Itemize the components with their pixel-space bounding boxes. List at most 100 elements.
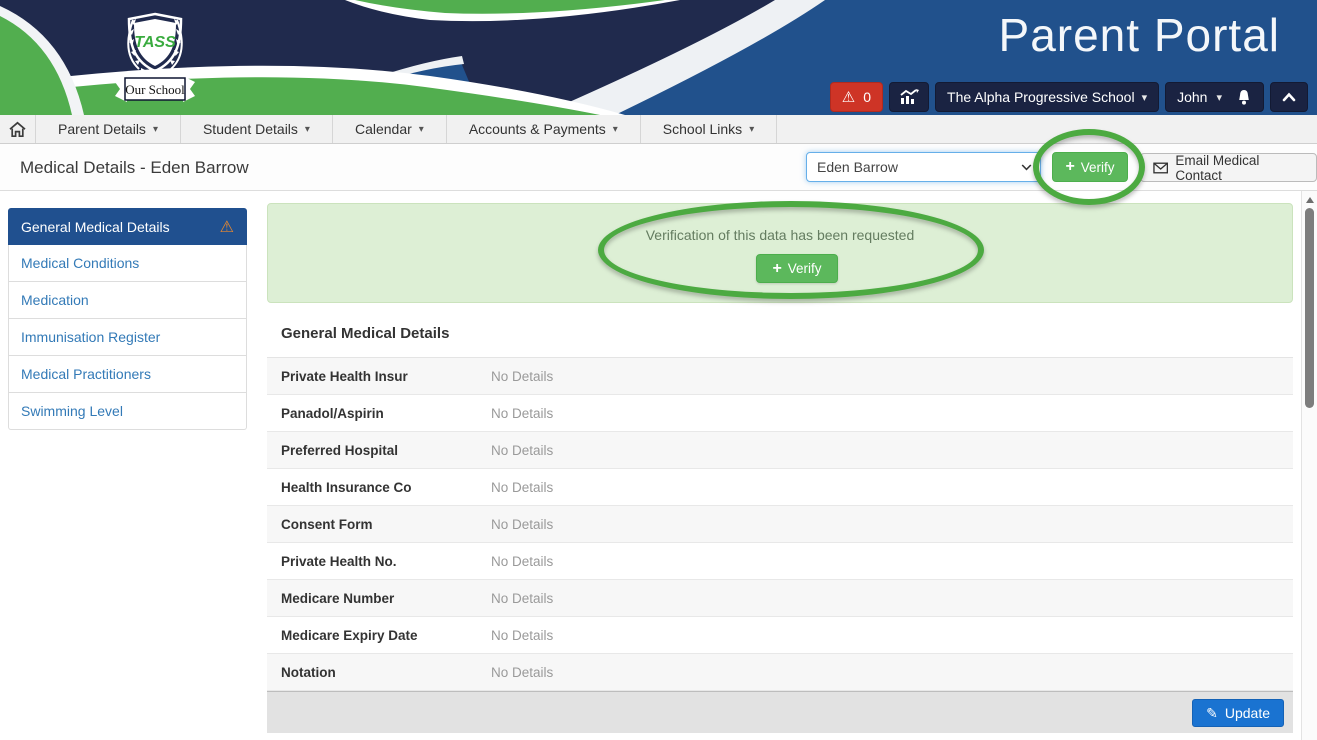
home-icon xyxy=(8,121,27,138)
chevron-up-icon xyxy=(1281,91,1297,103)
verify-button-alert[interactable]: + Verify xyxy=(756,254,838,283)
chevron-down-icon: ▾ xyxy=(153,124,158,135)
verify-button-label: Verify xyxy=(788,261,822,276)
chevron-down-icon: ▾ xyxy=(419,124,424,135)
table-row: Consent Form No Details xyxy=(267,506,1293,543)
form-footer: ✎ Update xyxy=(267,691,1293,733)
details-table: Private Health Insur No Details Panadol/… xyxy=(267,357,1293,691)
sidebar-item-label: Medical Conditions xyxy=(21,255,139,271)
scrollbar-thumb[interactable] xyxy=(1305,208,1314,408)
medical-sidebar: General Medical Details ⚠ Medical Condit… xyxy=(8,208,247,430)
table-row: Private Health Insur No Details xyxy=(267,358,1293,395)
row-label: Medicare Number xyxy=(267,591,491,606)
verify-button-header[interactable]: + Verify xyxy=(1052,152,1128,182)
sidebar-item-medical-conditions[interactable]: Medical Conditions xyxy=(8,245,247,282)
row-value: No Details xyxy=(491,480,553,495)
sidebar-item-immunisation-register[interactable]: Immunisation Register xyxy=(8,319,247,356)
student-select[interactable]: Eden Barrow xyxy=(806,152,1041,182)
row-value: No Details xyxy=(491,665,553,680)
sidebar-item-general-medical-details[interactable]: General Medical Details ⚠ xyxy=(8,208,247,245)
nav-calendar[interactable]: Calendar ▾ xyxy=(333,115,447,143)
warning-icon: ⚠ xyxy=(220,217,234,237)
update-button[interactable]: ✎ Update xyxy=(1192,699,1284,727)
page-heading: Medical Details - Eden Barrow xyxy=(20,158,249,178)
page-header: Medical Details - Eden Barrow Eden Barro… xyxy=(0,144,1317,191)
email-medical-contact-button[interactable]: Email Medical Contact xyxy=(1140,153,1317,182)
nav-item-label: Parent Details xyxy=(58,121,146,137)
parent-portal-app: TASS Our School Parent Portal ⚠ 0 xyxy=(0,0,1317,740)
table-row: Panadol/Aspirin No Details xyxy=(267,395,1293,432)
sidebar-item-label: Medical Practitioners xyxy=(21,366,151,382)
chevron-down-icon: ▾ xyxy=(749,124,754,135)
select-chevron-icon xyxy=(1021,164,1032,171)
chart-icon xyxy=(899,89,919,105)
nav-parent-details[interactable]: Parent Details ▾ xyxy=(36,115,181,143)
row-label: Notation xyxy=(267,665,491,680)
nav-accounts-payments[interactable]: Accounts & Payments ▾ xyxy=(447,115,641,143)
user-menu-button[interactable]: John ▾ xyxy=(1165,82,1264,112)
header-banner: TASS Our School Parent Portal ⚠ 0 xyxy=(0,0,1317,115)
home-button[interactable] xyxy=(0,115,36,143)
collapse-header-button[interactable] xyxy=(1270,82,1308,112)
table-row: Health Insurance Co No Details xyxy=(267,469,1293,506)
sidebar-item-medication[interactable]: Medication xyxy=(8,282,247,319)
page-title: Parent Portal xyxy=(999,8,1280,62)
vertical-scrollbar[interactable] xyxy=(1301,191,1317,740)
chevron-down-icon: ▾ xyxy=(1142,91,1148,104)
school-selector-label: The Alpha Progressive School xyxy=(947,89,1135,105)
table-row: Private Health No. No Details xyxy=(267,543,1293,580)
verify-button-label: Verify xyxy=(1081,160,1115,175)
section-heading: General Medical Details xyxy=(281,325,449,342)
sidebar-item-label: Medication xyxy=(21,292,89,308)
row-value: No Details xyxy=(491,554,553,569)
row-value: No Details xyxy=(491,443,553,458)
envelope-icon xyxy=(1153,162,1168,174)
table-row: Preferred Hospital No Details xyxy=(267,432,1293,469)
nav-item-label: Student Details xyxy=(203,121,298,137)
sidebar-item-swimming-level[interactable]: Swimming Level xyxy=(8,393,247,430)
nav-school-links[interactable]: School Links ▾ xyxy=(641,115,777,143)
header-buttons: ⚠ 0 The Alpha Progressive School ▾ John … xyxy=(830,82,1308,112)
alerts-count: 0 xyxy=(863,89,871,105)
row-label: Medicare Expiry Date xyxy=(267,628,491,643)
sidebar-item-medical-practitioners[interactable]: Medical Practitioners xyxy=(8,356,247,393)
row-value: No Details xyxy=(491,591,553,606)
row-value: No Details xyxy=(491,369,553,384)
chevron-down-icon: ▾ xyxy=(305,124,310,135)
row-value: No Details xyxy=(491,628,553,643)
logo-brand-text: TASS xyxy=(134,34,176,51)
reports-button[interactable] xyxy=(889,82,929,112)
student-select-value: Eden Barrow xyxy=(817,159,898,175)
main-navbar: Parent Details ▾ Student Details ▾ Calen… xyxy=(0,115,1317,144)
school-selector-button[interactable]: The Alpha Progressive School ▾ xyxy=(935,82,1159,112)
table-row: Medicare Number No Details xyxy=(267,580,1293,617)
verification-alert-message: Verification of this data has been reque… xyxy=(268,227,1292,243)
row-label: Preferred Hospital xyxy=(267,443,491,458)
nav-item-label: Accounts & Payments xyxy=(469,121,606,137)
nav-student-details[interactable]: Student Details ▾ xyxy=(181,115,333,143)
chevron-down-icon: ▾ xyxy=(613,124,618,135)
row-value: No Details xyxy=(491,406,553,421)
row-label: Private Health No. xyxy=(267,554,491,569)
verification-alert: Verification of this data has been reque… xyxy=(267,203,1293,303)
update-button-label: Update xyxy=(1225,705,1270,721)
sidebar-item-label: General Medical Details xyxy=(21,219,170,235)
nav-item-label: Calendar xyxy=(355,121,412,137)
bell-icon xyxy=(1236,89,1252,106)
scrollbar-up-arrow[interactable] xyxy=(1306,197,1314,203)
school-crest-logo: TASS Our School xyxy=(105,6,205,110)
row-label: Panadol/Aspirin xyxy=(267,406,491,421)
sidebar-item-label: Swimming Level xyxy=(21,403,123,419)
row-label: Consent Form xyxy=(267,517,491,532)
plus-icon: + xyxy=(772,261,781,277)
plus-icon: + xyxy=(1065,159,1074,175)
pencil-icon: ✎ xyxy=(1206,705,1218,722)
alerts-button[interactable]: ⚠ 0 xyxy=(830,82,883,112)
user-name-label: John xyxy=(1177,89,1207,105)
table-row: Medicare Expiry Date No Details xyxy=(267,617,1293,654)
warning-icon: ⚠ xyxy=(842,90,855,105)
sidebar-item-label: Immunisation Register xyxy=(21,329,160,345)
chevron-down-icon: ▾ xyxy=(1216,91,1222,104)
notifications-bell[interactable] xyxy=(1236,89,1252,106)
row-label: Health Insurance Co xyxy=(267,480,491,495)
